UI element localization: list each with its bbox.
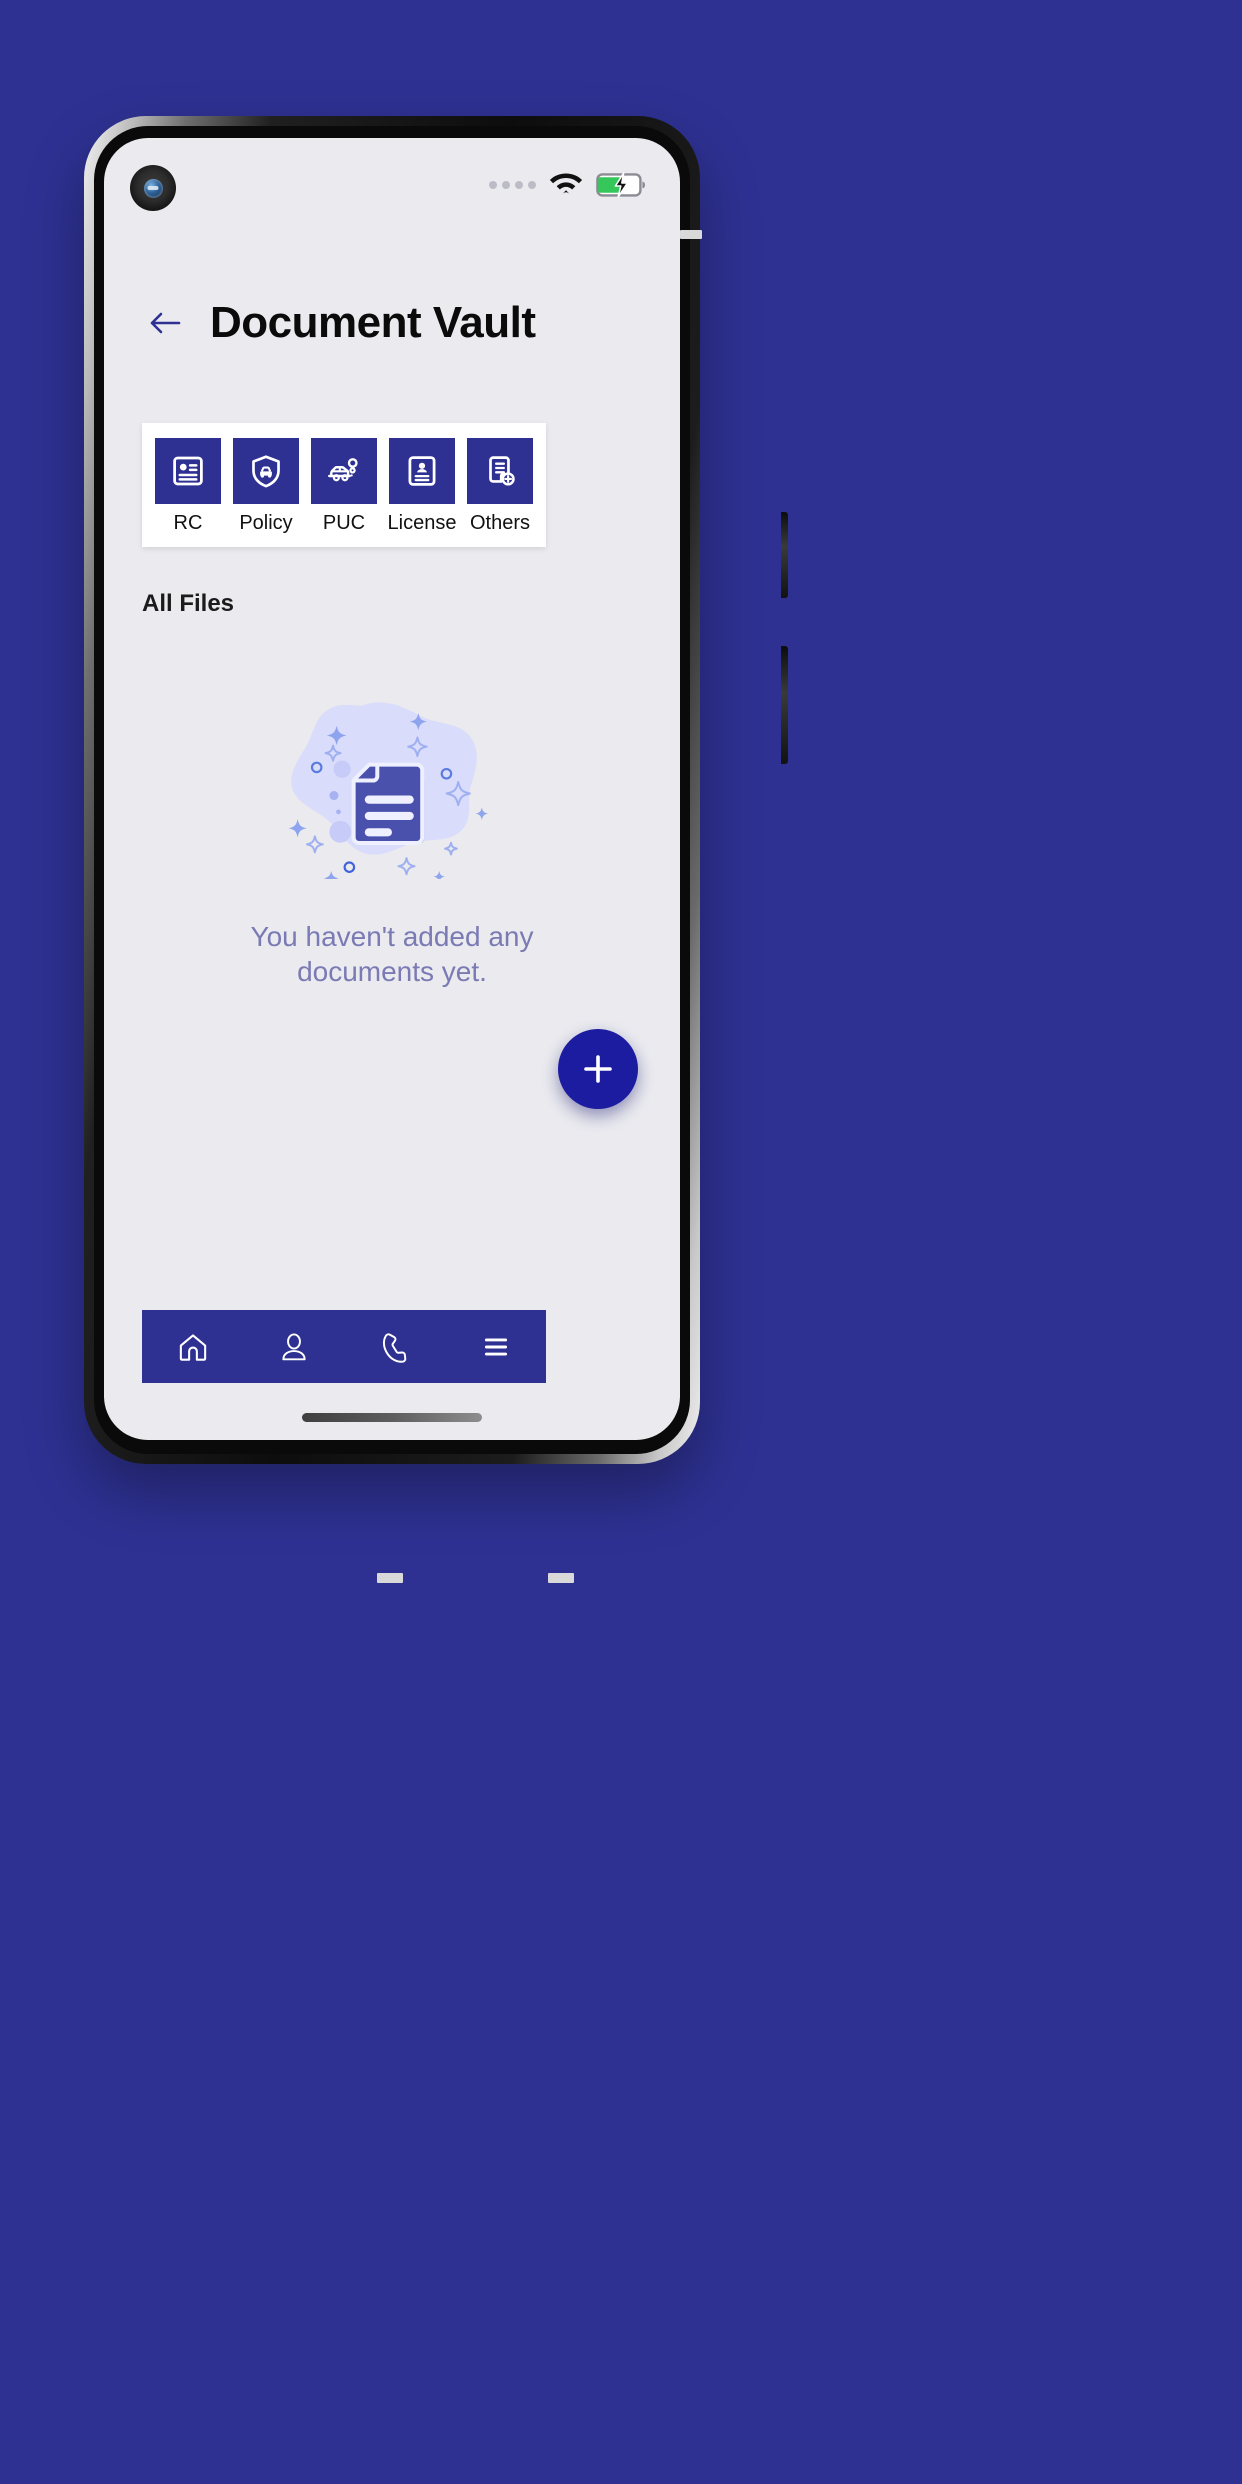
nav-item-profile[interactable] bbox=[258, 1310, 330, 1383]
empty-state: You haven't added any documents yet. bbox=[104, 693, 680, 990]
arrow-left-icon bbox=[150, 312, 181, 334]
antenna-band-bottom-right bbox=[548, 1573, 574, 1583]
category-tile-license[interactable] bbox=[389, 438, 455, 504]
app-header: Document Vault bbox=[104, 300, 680, 346]
power-button[interactable] bbox=[781, 512, 788, 598]
status-icons bbox=[489, 170, 646, 201]
category-item-rc[interactable]: RC bbox=[149, 438, 227, 533]
wifi-icon bbox=[549, 170, 583, 201]
battery-charging-icon bbox=[596, 172, 646, 198]
phone-bezel: Document Vault RC Policy PUC License Oth… bbox=[94, 126, 690, 1454]
category-tile-puc[interactable] bbox=[311, 438, 377, 504]
nav-item-calls[interactable] bbox=[359, 1310, 431, 1383]
category-item-license[interactable]: License bbox=[383, 438, 461, 533]
antenna-band-bottom-left bbox=[377, 1573, 403, 1583]
category-label-puc: PUC bbox=[322, 512, 366, 534]
id-card-icon bbox=[173, 456, 203, 486]
car-emission-icon bbox=[328, 458, 358, 482]
back-button[interactable] bbox=[142, 300, 188, 346]
empty-state-message-line1: You haven't added any bbox=[250, 921, 534, 952]
status-bar bbox=[104, 138, 680, 230]
empty-documents-illustration bbox=[288, 702, 489, 879]
category-tile-policy[interactable] bbox=[233, 438, 299, 504]
empty-state-message-line2: documents yet. bbox=[297, 956, 487, 988]
signal-dots-icon bbox=[489, 181, 536, 189]
category-tile-others[interactable] bbox=[467, 438, 533, 504]
home-icon bbox=[179, 1333, 206, 1361]
document-categories-card: RC Policy PUC License Others bbox=[142, 423, 546, 547]
hamburger-menu-icon bbox=[484, 1338, 507, 1355]
phone-icon bbox=[382, 1332, 406, 1363]
category-tile-rc[interactable] bbox=[155, 438, 221, 504]
category-item-policy[interactable]: Policy bbox=[227, 438, 305, 533]
page-title: Document Vault bbox=[210, 298, 536, 347]
person-icon bbox=[281, 1332, 306, 1360]
front-camera-icon bbox=[130, 165, 176, 211]
document-add-icon bbox=[489, 456, 515, 486]
license-card-icon bbox=[408, 456, 436, 486]
phone-frame: Document Vault RC Policy PUC License Oth… bbox=[84, 116, 788, 1583]
nav-item-home[interactable] bbox=[157, 1310, 229, 1383]
category-item-puc[interactable]: PUC bbox=[305, 438, 383, 533]
phone-screen: Document Vault RC Policy PUC License Oth… bbox=[104, 138, 680, 1440]
category-label-rc: RC bbox=[173, 512, 203, 534]
bottom-navigation-bar bbox=[142, 1310, 546, 1383]
nav-item-menu[interactable] bbox=[460, 1310, 532, 1383]
shield-car-icon bbox=[252, 455, 280, 488]
category-label-others: Others bbox=[469, 512, 531, 534]
plus-icon bbox=[584, 1055, 612, 1083]
assistant-button[interactable] bbox=[781, 646, 788, 764]
empty-state-message: You haven't added any documents yet. bbox=[232, 919, 552, 990]
add-document-fab[interactable] bbox=[558, 1029, 638, 1109]
antenna-band-top-right bbox=[680, 230, 702, 239]
all-files-section-title: All Files bbox=[142, 590, 235, 617]
category-label-policy: Policy bbox=[239, 512, 293, 534]
category-label-license: License bbox=[387, 512, 457, 534]
home-indicator[interactable] bbox=[302, 1413, 482, 1422]
category-item-others[interactable]: Others bbox=[461, 438, 539, 533]
